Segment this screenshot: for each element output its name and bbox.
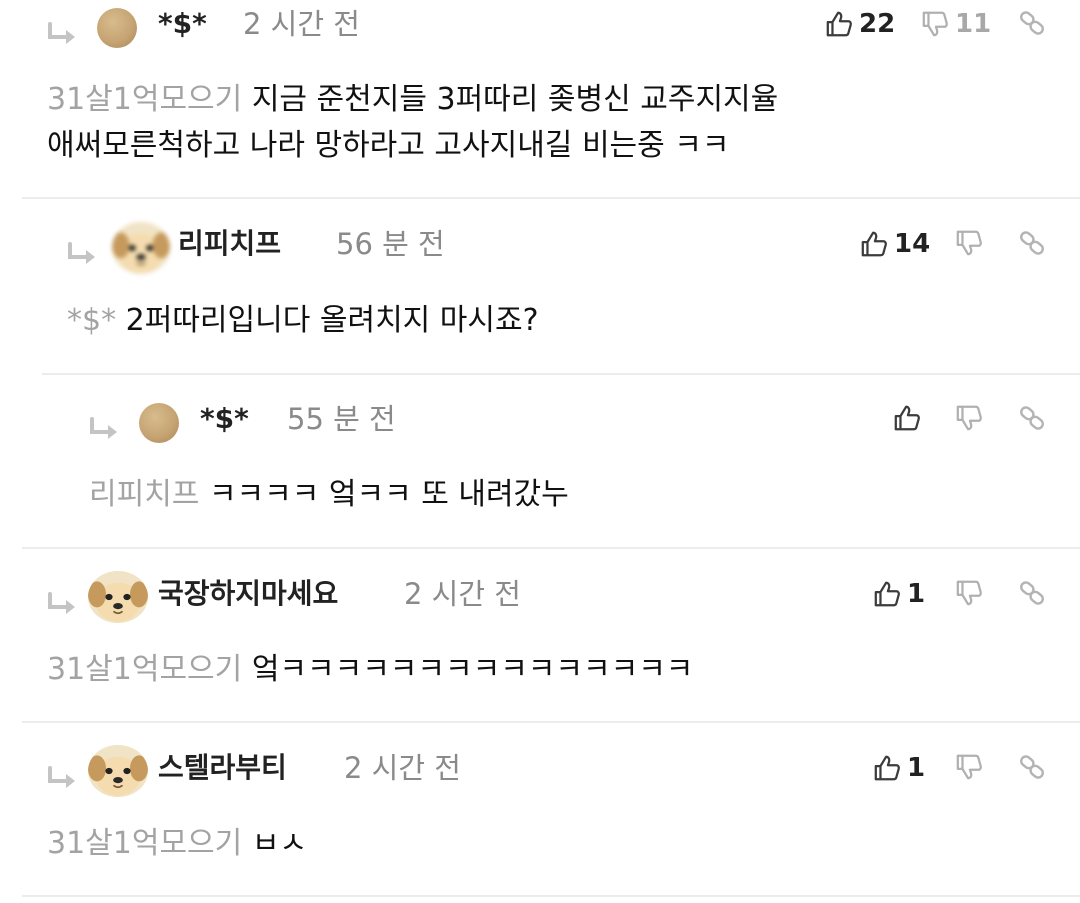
mention[interactable]: 31살1억모으기 — [47, 826, 242, 861]
comment-body: *$* 2퍼따리입니다 올려치지 마시죠? — [67, 298, 539, 344]
link-icon — [1018, 753, 1046, 781]
comment-body: 리피치프 ㅋㅋㅋㅋ 엌ㅋㅋ 또 내려갔누 — [89, 472, 569, 518]
comment-author[interactable]: *$* — [200, 402, 249, 436]
avatar[interactable] — [139, 403, 179, 443]
reply-arrow-icon — [67, 242, 101, 264]
like-count: 1 — [907, 753, 926, 783]
comment-header: *$* 2 시간 전 22 11 — [0, 0, 1080, 50]
comment-author[interactable]: 리피치프 — [178, 227, 281, 261]
link-icon — [1018, 229, 1046, 257]
like-button[interactable]: 1 — [873, 753, 925, 783]
link-button[interactable] — [1018, 9, 1046, 37]
comment-text: ㅂㅅ — [251, 826, 308, 861]
reply-arrow-icon — [89, 417, 123, 439]
thumbs-up-icon — [825, 10, 853, 38]
dislike-button[interactable]: 11 — [921, 9, 991, 39]
link-button[interactable] — [1018, 579, 1046, 607]
like-button[interactable]: 14 — [860, 229, 930, 259]
divider — [22, 547, 1080, 549]
comment-author[interactable]: *$* — [158, 7, 207, 41]
like-count: 1 — [907, 579, 926, 609]
like-button[interactable]: 1 — [873, 579, 925, 609]
comment-time: 55 분 전 — [287, 402, 396, 436]
mention[interactable]: *$* — [67, 303, 116, 338]
thumbs-up-icon — [873, 754, 901, 782]
comment-body: 31살1억모으기 엌ㅋㅋㅋㅋㅋㅋㅋㅋㅋㅋㅋㅋㅋㅋㅋ — [47, 647, 693, 693]
mention[interactable]: 리피치프 — [89, 477, 199, 512]
comment-header: *$* 55 분 전 — [0, 395, 1080, 445]
comment-text: ㅋㅋㅋㅋ 엌ㅋㅋ 또 내려갔누 — [208, 477, 569, 512]
mention[interactable]: 31살1억모으기 — [47, 82, 242, 117]
comment-header: 리피치프 56 분 전 14 — [0, 220, 1080, 274]
reply-arrow-icon — [47, 22, 81, 44]
avatar[interactable] — [97, 8, 137, 48]
dislike-button[interactable] — [955, 229, 983, 257]
divider — [22, 721, 1080, 723]
thumbs-down-icon — [955, 229, 983, 257]
reply-arrow-icon — [47, 766, 81, 788]
dislike-button[interactable] — [955, 579, 983, 607]
thumbs-down-icon — [955, 404, 983, 432]
link-button[interactable] — [1018, 404, 1046, 432]
link-icon — [1018, 579, 1046, 607]
like-button[interactable] — [893, 404, 921, 432]
comment-time: 2 시간 전 — [344, 751, 461, 785]
link-icon — [1018, 404, 1046, 432]
comment-text: 엌ㅋㅋㅋㅋㅋㅋㅋㅋㅋㅋㅋㅋㅋㅋㅋ — [251, 652, 694, 687]
comment-text-line2: 애써모른척하고 나라 망하라고 고사지내길 비는중 ㅋㅋ — [47, 128, 730, 163]
comment-header: 스텔라부티 2 시간 전 1 — [0, 744, 1080, 797]
dislike-count: 11 — [955, 9, 992, 39]
thumbs-down-icon — [955, 753, 983, 781]
like-button[interactable]: 22 — [825, 9, 895, 39]
thumbs-up-icon — [860, 230, 888, 258]
comment-text-line1: 지금 준천지들 3퍼따리 좆병신 교주지지율 — [251, 82, 779, 117]
divider — [22, 895, 1080, 897]
thumbs-up-icon — [893, 404, 921, 432]
link-button[interactable] — [1018, 229, 1046, 257]
thumbs-down-icon — [955, 579, 983, 607]
comment-body: 31살1억모으기 ㅂㅅ — [47, 821, 307, 867]
comment-time: 56 분 전 — [336, 227, 445, 261]
comment-time: 2 시간 전 — [404, 577, 521, 611]
like-count: 14 — [894, 229, 931, 259]
like-count: 22 — [859, 9, 896, 39]
comment-header: 국장하지마세요 2 시간 전 1 — [0, 570, 1080, 623]
dislike-button[interactable] — [955, 404, 983, 432]
link-button[interactable] — [1018, 753, 1046, 781]
comment-body: 31살1억모으기 지금 준천지들 3퍼따리 좆병신 교주지지율 애써모른척하고 … — [47, 77, 778, 169]
thumbs-down-icon — [921, 10, 949, 38]
avatar[interactable] — [112, 222, 170, 274]
divider — [22, 197, 1080, 199]
comment-author[interactable]: 국장하지마세요 — [158, 577, 338, 611]
comment-text: 2퍼따리입니다 올려치지 마시죠? — [125, 303, 539, 338]
link-icon — [1018, 9, 1046, 37]
divider — [42, 373, 1080, 375]
avatar[interactable] — [88, 745, 148, 797]
reply-arrow-icon — [47, 592, 81, 614]
comment-author[interactable]: 스텔라부티 — [158, 751, 287, 785]
thumbs-up-icon — [873, 580, 901, 608]
mention[interactable]: 31살1억모으기 — [47, 652, 242, 687]
avatar[interactable] — [88, 571, 148, 623]
comment-time: 2 시간 전 — [243, 7, 360, 41]
dislike-button[interactable] — [955, 753, 983, 781]
